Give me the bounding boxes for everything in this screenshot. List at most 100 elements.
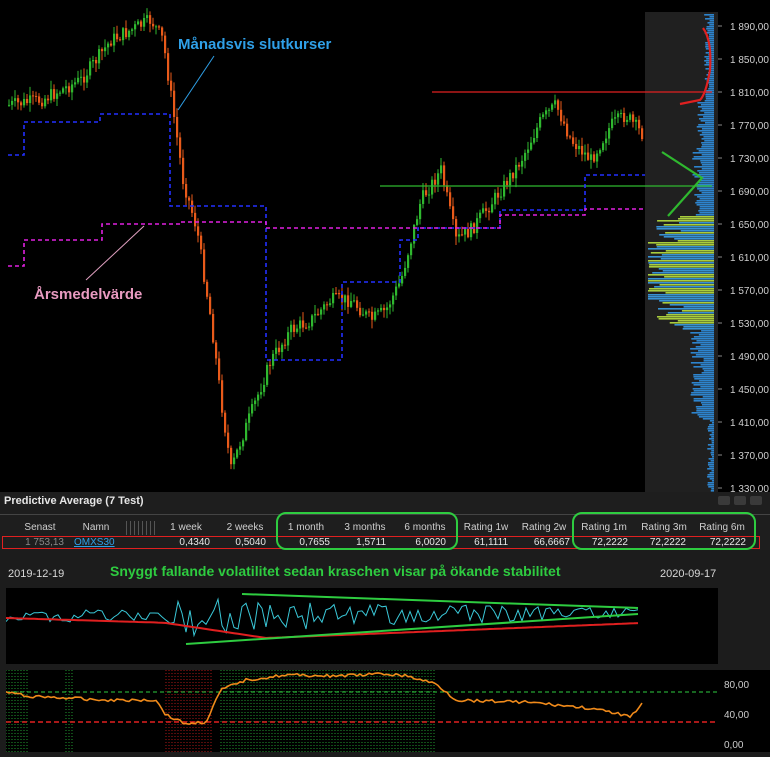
candle-body bbox=[59, 92, 62, 94]
candle-body bbox=[11, 100, 14, 105]
candle-body bbox=[368, 311, 371, 313]
profile-bar bbox=[711, 442, 714, 444]
restore-button[interactable] bbox=[734, 496, 746, 505]
candle-body bbox=[230, 447, 233, 465]
candle-body bbox=[638, 119, 641, 129]
profile-bar bbox=[694, 194, 714, 196]
candle-body bbox=[269, 364, 272, 366]
profile-bar bbox=[697, 102, 714, 104]
candle-body bbox=[578, 145, 581, 150]
profile-bar bbox=[701, 404, 714, 406]
candle-body bbox=[359, 307, 362, 316]
candle-body bbox=[395, 286, 398, 296]
candle-body bbox=[182, 157, 185, 185]
profile-bar bbox=[692, 342, 714, 344]
volatility-chart[interactable] bbox=[5, 588, 718, 664]
profile-bar bbox=[711, 450, 714, 452]
profile-bar bbox=[696, 410, 714, 412]
profile-bar bbox=[709, 466, 714, 468]
candle-body bbox=[557, 100, 560, 110]
profile-bar bbox=[698, 124, 714, 126]
profile-bar bbox=[703, 358, 714, 360]
candle-body bbox=[254, 400, 257, 405]
rating-series bbox=[5, 672, 643, 726]
profile-bar bbox=[692, 158, 714, 160]
candle-body bbox=[71, 84, 74, 93]
cell-namn[interactable]: OMXS30 bbox=[74, 537, 118, 549]
profile-bar bbox=[679, 222, 714, 224]
profile-bar bbox=[657, 220, 714, 222]
cell-senast: 1 753,13 bbox=[25, 537, 64, 548]
profile-bar bbox=[707, 464, 714, 466]
candle-body bbox=[518, 164, 521, 167]
candle-body bbox=[530, 142, 533, 150]
candle-body bbox=[125, 28, 128, 38]
profile-bar bbox=[691, 412, 714, 414]
profile-bar bbox=[693, 400, 714, 402]
col-senast[interactable]: Senast bbox=[16, 522, 64, 535]
profile-bar bbox=[701, 146, 714, 148]
profile-bar bbox=[657, 316, 714, 318]
profile-bar bbox=[648, 266, 714, 268]
candle-body bbox=[488, 210, 491, 213]
candle-body bbox=[77, 77, 80, 83]
main-price-chart[interactable]: 1 890,00 1 850,00 1 810,00 1 770,00 1 730,00… bbox=[0, 0, 770, 495]
candle-body bbox=[38, 96, 41, 103]
close-button[interactable] bbox=[750, 496, 762, 505]
candle-body bbox=[209, 296, 212, 314]
candle-body bbox=[197, 226, 200, 236]
profile-bar bbox=[711, 480, 714, 482]
candle-body bbox=[266, 364, 269, 385]
candle-body bbox=[275, 347, 278, 354]
profile-bar bbox=[709, 472, 714, 474]
candle-body bbox=[200, 235, 203, 250]
col-1-week[interactable]: 1 week bbox=[160, 522, 212, 535]
candle-body bbox=[449, 192, 452, 207]
candle-body bbox=[437, 173, 440, 185]
profile-bar bbox=[694, 378, 714, 380]
candle-body bbox=[107, 43, 110, 48]
candle-body bbox=[620, 113, 623, 115]
profile-bar bbox=[701, 330, 714, 332]
candle-body bbox=[176, 116, 179, 138]
minimize-button[interactable] bbox=[718, 496, 730, 505]
profile-bar bbox=[697, 188, 714, 190]
y-tick-label: 1 890,00 bbox=[730, 22, 769, 33]
candle-body bbox=[128, 30, 131, 38]
profile-bar bbox=[648, 262, 714, 264]
price-chart-canvas: 1 890,00 1 850,00 1 810,00 1 770,00 1 730,00… bbox=[8, 0, 770, 495]
profile-bar bbox=[691, 338, 714, 340]
candle-body bbox=[116, 33, 119, 40]
panel-title: Predictive Average (7 Test) bbox=[4, 495, 144, 507]
y-tick-label: 1 570,00 bbox=[730, 286, 769, 297]
col-rating-2w[interactable]: Rating 2w bbox=[516, 522, 572, 535]
profile-bar bbox=[656, 228, 714, 230]
candle-body bbox=[617, 113, 620, 118]
profile-bar bbox=[703, 360, 714, 362]
profile-bar bbox=[697, 114, 714, 116]
candle-body bbox=[215, 342, 218, 359]
date-start: 2019-12-19 bbox=[8, 568, 65, 580]
profile-bar bbox=[710, 454, 714, 456]
profile-bar bbox=[706, 90, 714, 92]
col-rating-1w[interactable]: Rating 1w bbox=[458, 522, 514, 535]
rating-chart[interactable] bbox=[5, 670, 718, 752]
profile-bar bbox=[703, 370, 714, 372]
profile-bar bbox=[699, 190, 714, 192]
candle-body bbox=[314, 313, 317, 316]
col-2-weeks[interactable]: 2 weeks bbox=[216, 522, 274, 535]
candle-body bbox=[575, 143, 578, 150]
candle-body bbox=[308, 326, 311, 328]
rating-tick-80: 80,00 bbox=[724, 680, 750, 691]
col-namn[interactable]: Namn bbox=[70, 522, 122, 535]
profile-bar bbox=[656, 226, 714, 228]
candle-body bbox=[569, 136, 572, 138]
profile-bar bbox=[648, 274, 714, 276]
profile-bar bbox=[709, 420, 714, 422]
profile-bar bbox=[696, 204, 714, 206]
candle-body bbox=[464, 228, 467, 235]
profile-bar bbox=[709, 438, 714, 440]
profile-bar bbox=[709, 86, 714, 88]
candle-body bbox=[152, 23, 155, 27]
profile-bar bbox=[707, 476, 714, 478]
